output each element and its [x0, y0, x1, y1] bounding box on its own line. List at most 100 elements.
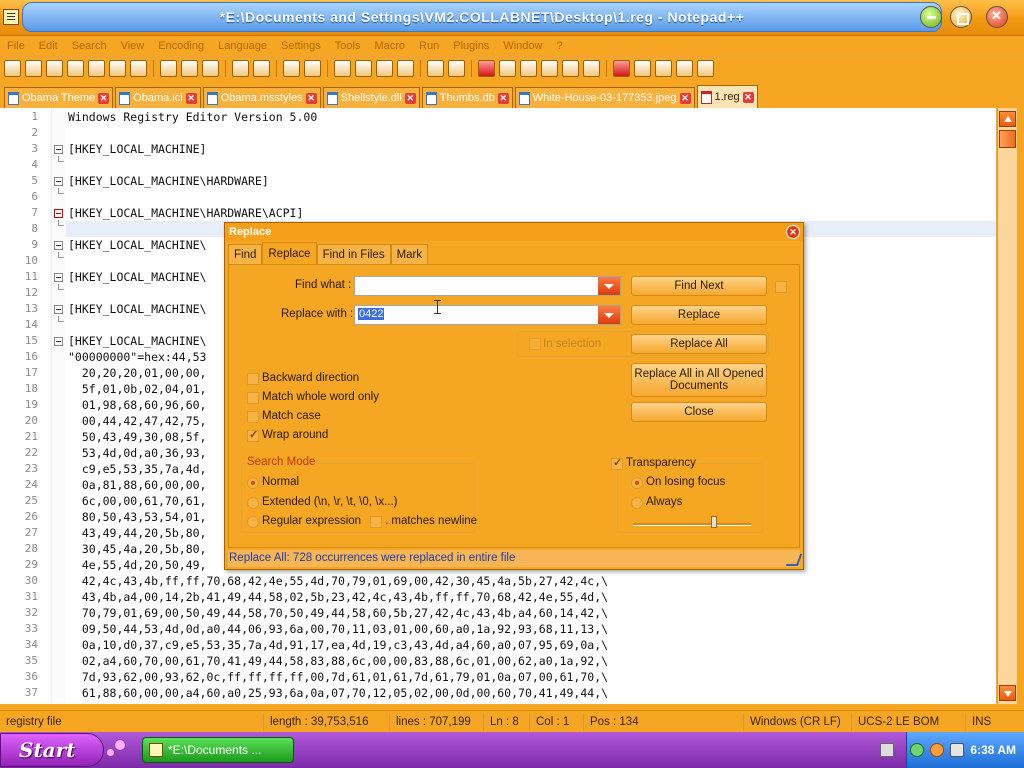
menu-help[interactable]: ?: [549, 40, 569, 52]
code-line[interactable]: 70,79,01,69,00,50,49,44,58,70,50,49,44,5…: [68, 606, 608, 620]
save-all-icon[interactable]: [67, 60, 84, 77]
undo-icon[interactable]: [232, 60, 249, 77]
folder-workspace-icon[interactable]: [562, 60, 579, 77]
fold-toggle-icon[interactable]: [54, 273, 63, 282]
code-line[interactable]: 5f,01,0b,02,04,01,: [68, 382, 207, 396]
zoom-out-icon[interactable]: [355, 60, 372, 77]
find-next-button[interactable]: Find Next: [631, 276, 767, 296]
code-line[interactable]: Windows Registry Editor Version 5.00: [68, 110, 317, 124]
code-line[interactable]: 0a,81,88,60,00,00,: [68, 478, 207, 492]
code-line[interactable]: 02,a4,60,70,00,61,70,41,49,44,58,83,88,6…: [68, 654, 608, 668]
tab-replace[interactable]: Replace: [262, 242, 317, 264]
tab-find[interactable]: Find: [228, 244, 263, 264]
code-line[interactable]: [HKEY_LOCAL_MACHINE\HARDWARE\ACPI]: [68, 206, 303, 220]
close-button[interactable]: Close: [631, 402, 767, 422]
code-line[interactable]: 4e,55,4d,20,50,49,: [68, 558, 207, 572]
clock[interactable]: 6:38 AM: [970, 743, 1016, 757]
code-line[interactable]: [HKEY_LOCAL_MACHINE\: [68, 270, 206, 284]
code-line[interactable]: 50,43,49,30,08,5f,: [68, 430, 207, 444]
indent-guide-icon[interactable]: [478, 60, 495, 77]
backward-direction-checkbox[interactable]: [247, 373, 259, 385]
tab-find-in-files[interactable]: Find in Files: [316, 244, 391, 264]
scroll-up-arrow-icon[interactable]: [999, 111, 1016, 127]
find-next-option-checkbox[interactable]: [775, 281, 787, 293]
regex-radio[interactable]: [247, 516, 259, 528]
on-losing-focus-radio[interactable]: [631, 477, 643, 489]
tab-1-reg[interactable]: 1.reg ✕: [696, 85, 758, 108]
fold-toggle-icon[interactable]: [54, 337, 63, 346]
code-line[interactable]: 20,20,20,01,00,00,: [68, 366, 207, 380]
transparency-slider-track[interactable]: [633, 523, 751, 526]
code-line[interactable]: c9,e5,53,35,7a,4d,: [68, 462, 207, 476]
new-file-icon[interactable]: [4, 60, 21, 77]
find-what-combobox[interactable]: [354, 276, 621, 296]
fold-toggle-icon[interactable]: [54, 177, 63, 186]
replace-icon[interactable]: [304, 60, 321, 77]
volume-icon[interactable]: [950, 743, 965, 757]
zoom-in-icon[interactable]: [334, 60, 351, 77]
doc-map-icon[interactable]: [520, 60, 537, 77]
monitoring-icon[interactable]: [583, 60, 600, 77]
find-icon[interactable]: [283, 60, 300, 77]
tab-close-icon[interactable]: ✕: [497, 92, 509, 104]
tab-obama-theme[interactable]: Obama Theme ✕: [4, 87, 114, 108]
minimize-button[interactable]: [920, 6, 942, 28]
tab-close-icon[interactable]: ✕: [742, 91, 754, 103]
code-line[interactable]: 7d,93,62,00,93,62,0c,ff,ff,ff,ff,00,7d,6…: [68, 670, 608, 684]
transparency-slider-thumb[interactable]: [711, 516, 717, 528]
menu-plugins[interactable]: Plugins: [446, 40, 496, 52]
replace-all-button[interactable]: Replace All: [631, 334, 767, 354]
normal-radio[interactable]: [247, 477, 259, 489]
menu-view[interactable]: View: [114, 40, 152, 52]
function-list-icon[interactable]: [541, 60, 558, 77]
replace-with-combobox[interactable]: 0422: [354, 305, 621, 325]
tab-obama-msstyles[interactable]: Obama.msstyles ✕: [202, 87, 321, 108]
fold-toggle-icon[interactable]: [54, 209, 63, 218]
code-line[interactable]: 42,4c,43,4b,ff,ff,70,68,42,4e,55,4d,70,7…: [68, 574, 608, 588]
code-line[interactable]: 6c,00,00,61,70,61,: [68, 494, 207, 508]
code-line[interactable]: 43,4b,a4,00,14,2b,41,49,44,58,02,5b,23,4…: [68, 590, 608, 604]
transparency-checkbox[interactable]: [611, 456, 623, 470]
open-file-icon[interactable]: [25, 60, 42, 77]
network-icon[interactable]: [910, 743, 925, 757]
maximize-button[interactable]: [950, 6, 972, 28]
redo-icon[interactable]: [253, 60, 270, 77]
dropdown-arrow-icon[interactable]: [598, 277, 620, 295]
scroll-down-arrow-icon[interactable]: [999, 685, 1016, 701]
tab-close-icon[interactable]: ✕: [679, 92, 691, 104]
always-radio[interactable]: [631, 497, 643, 509]
scroll-thumb[interactable]: [999, 130, 1016, 148]
save-icon[interactable]: [46, 60, 63, 77]
code-line[interactable]: [HKEY_LOCAL_MACHINE\HARDWARE]: [68, 174, 269, 188]
notepad-app-icon[interactable]: [3, 9, 19, 25]
start-button[interactable]: Start: [0, 733, 104, 767]
tab-close-icon[interactable]: ✕: [305, 92, 317, 104]
in-selection-checkbox[interactable]: [529, 338, 541, 350]
paste-icon[interactable]: [202, 60, 219, 77]
close-all-icon[interactable]: [109, 60, 126, 77]
menu-file[interactable]: File: [0, 40, 32, 52]
menu-run[interactable]: Run: [412, 40, 446, 52]
tab-mark[interactable]: Mark: [390, 244, 429, 264]
extended-radio[interactable]: [247, 497, 259, 509]
menu-encoding[interactable]: Encoding: [151, 40, 211, 52]
play-macro-icon[interactable]: [655, 60, 672, 77]
match-whole-word-checkbox[interactable]: [247, 392, 259, 404]
sync-horizontal-icon[interactable]: [397, 60, 414, 77]
save-macro-icon[interactable]: [697, 60, 714, 77]
tab-obama-icl[interactable]: Obama.icl ✕: [115, 87, 201, 108]
tab-close-icon[interactable]: ✕: [185, 92, 197, 104]
menu-tools[interactable]: Tools: [328, 40, 368, 52]
vertical-scrollbar[interactable]: [997, 108, 1017, 704]
record-macro-icon[interactable]: [613, 60, 630, 77]
tab-close-icon[interactable]: ✕: [98, 92, 110, 104]
run-macro-multiple-icon[interactable]: [676, 60, 693, 77]
menu-macro[interactable]: Macro: [367, 40, 412, 52]
fold-toggle-icon[interactable]: [54, 305, 63, 314]
matches-newline-checkbox[interactable]: [370, 516, 382, 528]
replace-all-opened-docs-button[interactable]: Replace All in All Opened Documents: [631, 363, 767, 397]
menu-edit[interactable]: Edit: [32, 40, 65, 52]
code-line[interactable]: 61,88,60,00,00,a4,60,a0,25,93,6a,0a,07,7…: [68, 686, 608, 700]
code-line[interactable]: 53,4d,0d,a0,36,93,: [68, 446, 207, 460]
code-line[interactable]: 09,50,44,53,4d,0d,a0,44,06,93,6a,00,70,1…: [68, 622, 608, 636]
